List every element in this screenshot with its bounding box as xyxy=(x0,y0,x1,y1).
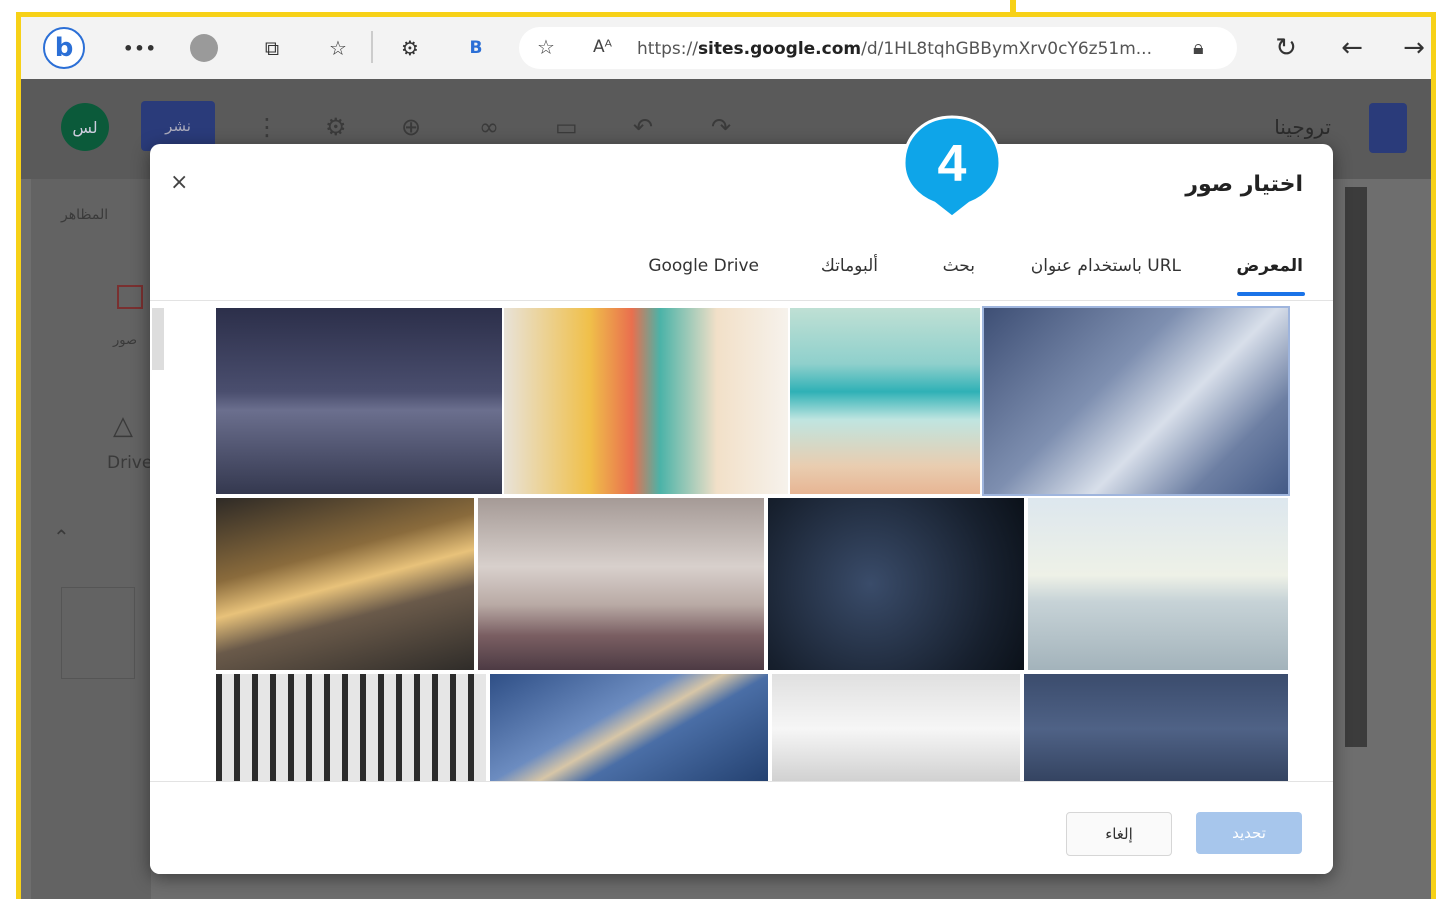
scrollbar-thumb[interactable] xyxy=(152,308,164,370)
dialog-title: اختيار صور xyxy=(1185,172,1303,197)
b-extension-icon[interactable]: B xyxy=(461,33,491,63)
images-icon[interactable] xyxy=(117,285,143,309)
gallery-image-wood-planks[interactable] xyxy=(982,306,1290,496)
preview-devices-icon[interactable]: ▭ xyxy=(555,113,578,141)
site-name: تروجينا xyxy=(1274,115,1331,139)
image-picker-dialog: × اختيار صور المعرض باستخدام عنوان URL ب… xyxy=(150,144,1333,874)
more-vert-icon[interactable]: ⋮ xyxy=(255,113,279,141)
screenshot-frame: b ••• ⧉ ☆ ⚙ B ☆ Aᴬ https://sites.google.… xyxy=(16,12,1436,899)
select-label: تحديد xyxy=(1232,824,1266,842)
more-icon[interactable]: ••• xyxy=(123,33,157,63)
b-extension-label: B xyxy=(469,38,483,58)
add-favorite-icon[interactable]: ☆ xyxy=(537,35,555,59)
address-bar[interactable]: ☆ Aᴬ https://sites.google.com/d/1HL8tqhG… xyxy=(519,27,1237,69)
share-user-icon[interactable]: ⊕ xyxy=(401,113,421,141)
gallery-image-white-clouds[interactable] xyxy=(772,674,1020,784)
profile-avatar xyxy=(190,34,218,62)
favorites-list-icon[interactable]: ☆ xyxy=(323,33,353,63)
back-arrow-icon[interactable]: ← xyxy=(1337,33,1367,63)
themes-tab[interactable]: المظاهر xyxy=(61,207,108,223)
cancel-button[interactable]: إلغاء xyxy=(1066,812,1172,856)
tab-by-url[interactable]: باستخدام عنوان URL xyxy=(1031,256,1181,276)
gallery-image-sticky-notes[interactable] xyxy=(504,308,788,494)
settings-icon[interactable]: ⚙ xyxy=(325,113,347,141)
dialog-footer: إلغاء تحديد xyxy=(150,781,1333,874)
redo-icon[interactable]: ↷ xyxy=(711,113,731,141)
tab-gallery[interactable]: المعرض xyxy=(1236,256,1303,276)
link-icon[interactable]: ∞ xyxy=(479,113,499,141)
user-avatar[interactable]: لس xyxy=(61,103,109,151)
url-domain: sites.google.com xyxy=(697,39,862,59)
layout-thumbnail[interactable] xyxy=(61,587,135,679)
step-number: 4 xyxy=(938,135,967,193)
tab-albums[interactable]: ألبوماتك xyxy=(821,256,878,276)
gallery-image-mixing-console[interactable] xyxy=(216,674,486,784)
close-icon[interactable]: × xyxy=(170,170,188,195)
gallery-image-feathers[interactable] xyxy=(490,674,768,784)
refresh-icon[interactable]: ↻ xyxy=(1271,33,1301,63)
gallery-image-blue-fabric[interactable] xyxy=(1024,674,1288,784)
gallery-image-calculator-keys[interactable] xyxy=(768,498,1024,670)
lock-icon[interactable]: 🔒︎ xyxy=(1193,35,1204,59)
select-button[interactable]: تحديد xyxy=(1196,812,1302,854)
user-initials: لس xyxy=(72,117,98,137)
image-gallery-grid xyxy=(150,302,1333,784)
page-canvas-edge xyxy=(1345,187,1367,747)
gallery-image-light-blur[interactable] xyxy=(216,498,474,670)
close-label: × xyxy=(170,170,189,195)
forward-arrow-icon[interactable]: → xyxy=(1399,33,1429,63)
publish-label: نشر xyxy=(165,117,191,135)
images-label: صور xyxy=(113,333,138,348)
undo-icon[interactable]: ↶ xyxy=(633,113,653,141)
read-aloud-icon[interactable]: Aᴬ xyxy=(593,37,612,57)
read-aloud-label: Aᴬ xyxy=(593,37,612,57)
more-label: ••• xyxy=(123,38,157,58)
toolbar-divider xyxy=(371,31,373,63)
url-scheme: https:// xyxy=(637,39,698,59)
browser-toolbar: b ••• ⧉ ☆ ⚙ B ☆ Aᴬ https://sites.google.… xyxy=(21,17,1431,79)
gallery-image-icebergs[interactable] xyxy=(216,308,502,494)
drive-icon[interactable]: △ xyxy=(113,411,133,441)
dialog-tabs: المعرض باستخدام عنوان URL بحث ألبوماتك G… xyxy=(150,244,1333,301)
gallery-image-clouds[interactable] xyxy=(1028,498,1288,670)
sites-logo-icon xyxy=(1369,103,1407,153)
url-path: /d/1HL8tqhGBBymXrv0cY6z51m... xyxy=(861,39,1152,59)
gallery-image-ocean-waves[interactable] xyxy=(790,308,980,494)
active-tab-indicator xyxy=(1237,292,1305,296)
collections-icon[interactable]: ⧉ xyxy=(257,33,287,63)
url-text[interactable]: https://sites.google.com/d/1HL8tqhGBBymX… xyxy=(637,39,1152,59)
cancel-label: إلغاء xyxy=(1105,825,1133,843)
bing-copilot-icon[interactable]: b xyxy=(43,27,85,69)
drive-label: Drive xyxy=(107,453,153,473)
profile-icon[interactable] xyxy=(189,33,219,63)
step-4-badge: 4 xyxy=(902,115,1002,217)
tab-search[interactable]: بحث xyxy=(943,256,975,276)
gallery-image-sunset-sea[interactable] xyxy=(478,498,764,670)
collapse-chevron-icon[interactable]: ⌃ xyxy=(53,525,70,549)
extensions-icon[interactable]: ⚙ xyxy=(395,33,425,63)
tab-google-drive[interactable]: Google Drive xyxy=(648,256,759,276)
